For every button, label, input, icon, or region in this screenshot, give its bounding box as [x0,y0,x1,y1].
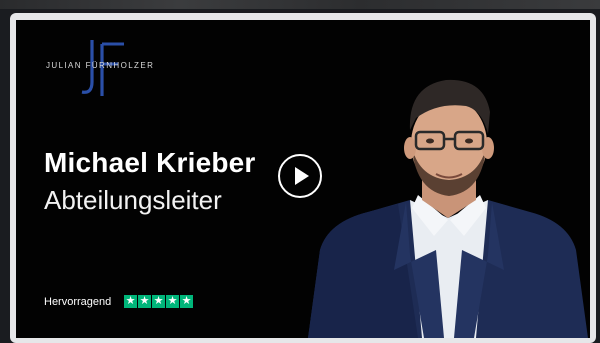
person-photo [308,79,588,338]
rating-stars: ★ ★ ★ ★ ★ [124,295,193,308]
video-thumbnail[interactable]: JULIAN FÜRNHOLZER Michael Krieber Abteil… [16,20,590,338]
person-name: Michael Krieber [44,147,256,178]
trustpilot-star-icon: ★ [152,295,165,308]
rating-label: Hervorragend [44,296,112,308]
trustpilot-star-icon: ★ [166,295,179,308]
brand-logo: JULIAN FÜRNHOLZER [46,38,186,98]
logo-text: JULIAN FÜRNHOLZER [46,61,155,70]
top-strip [0,0,600,9]
trustpilot-star-icon: ★ [138,295,151,308]
trustpilot-star-icon: ★ [124,295,137,308]
trustpilot-star-icon: ★ [180,295,193,308]
person-role: Abteilungsleiter [44,185,222,215]
